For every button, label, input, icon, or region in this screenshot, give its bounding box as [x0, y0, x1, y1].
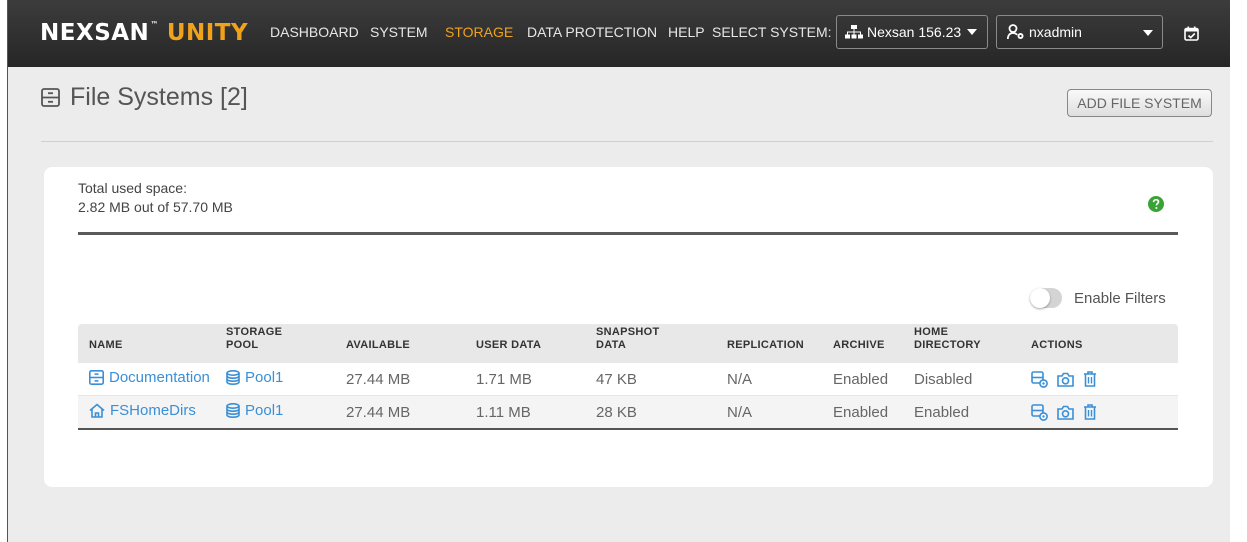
used-space-bar: [78, 232, 1178, 235]
header-divider: [41, 141, 1213, 142]
total-used-space-value: 2.82 MB out of 57.70 MB: [78, 199, 233, 215]
cell-name: Documentation: [78, 363, 215, 396]
cell-replication: N/A: [727, 370, 753, 388]
nexsan-unity-logo[interactable]: NEXSAN™ UNITY: [40, 20, 248, 46]
file-system-link[interactable]: FSHomeDirs: [89, 402, 196, 419]
table-row: FSHomeDirs Pool1 27.44 MB 1.11 MB 28 KB …: [78, 395, 1178, 430]
app-frame: NEXSAN™ UNITY DASHBOARD SYSTEM STORAGE DA…: [7, 0, 1230, 542]
column-header-archive[interactable]: ARCHIVE: [822, 324, 903, 363]
toggle-knob: [1030, 288, 1050, 308]
nav-storage[interactable]: STORAGE: [445, 24, 513, 40]
user-dropdown[interactable]: nxadmin: [996, 15, 1163, 49]
camera-icon[interactable]: [1057, 372, 1074, 387]
file-systems-table: NAME STORAGE POOL AVAILABLE USER DATA SNA…: [78, 324, 1178, 430]
trash-icon[interactable]: [1083, 404, 1097, 421]
user-dropdown-value: nxadmin: [1029, 24, 1082, 40]
help-icon[interactable]: [1148, 196, 1164, 212]
page-title-text: File Systems [2]: [70, 83, 248, 111]
pool-link[interactable]: Pool1: [226, 402, 283, 419]
nav-data-protection[interactable]: DATA PROTECTION: [527, 24, 657, 40]
column-header-name[interactable]: NAME: [78, 324, 215, 363]
table-header-row: NAME STORAGE POOL AVAILABLE USER DATA SNA…: [78, 324, 1178, 363]
table-row: Documentation Pool1 27.44 MB 1.71 MB 47 …: [78, 363, 1178, 396]
cell-replication: N/A: [727, 403, 753, 421]
nav-help[interactable]: HELP: [668, 24, 705, 40]
cell-available: 27.44 MB: [346, 403, 411, 421]
cell-home-directory: Enabled: [914, 403, 970, 421]
file-system-icon: [89, 370, 104, 385]
pool-link[interactable]: Pool1: [226, 369, 283, 386]
system-dropdown[interactable]: Nexsan 156.23: [836, 15, 988, 49]
brand-product: UNITY: [166, 20, 249, 46]
chevron-down-icon: [967, 29, 978, 35]
file-system-link[interactable]: Documentation: [89, 369, 210, 386]
cell-archive: Enabled: [833, 403, 889, 421]
settings-icon[interactable]: [1031, 370, 1048, 388]
cell-available: 27.44 MB: [346, 370, 411, 388]
top-navigation-bar: NEXSAN™ UNITY DASHBOARD SYSTEM STORAGE DA…: [8, 0, 1230, 67]
user-settings-icon: [1007, 24, 1025, 40]
cell-user-data: 1.71 MB: [476, 370, 532, 388]
cell-user-data: 1.11 MB: [476, 403, 531, 421]
column-header-storage-pool[interactable]: STORAGE POOL: [215, 324, 335, 363]
column-header-replication[interactable]: REPLICATION: [716, 324, 822, 363]
column-header-user-data[interactable]: USER DATA: [465, 324, 585, 363]
cell-home-directory: Disabled: [914, 370, 973, 388]
cell-snapshot-data: 28 KB: [596, 403, 637, 421]
page-title: File Systems [2]: [41, 83, 248, 112]
calendar-icon[interactable]: [1184, 26, 1199, 41]
column-header-available[interactable]: AVAILABLE: [335, 324, 465, 363]
cell-name: FSHomeDirs: [78, 396, 215, 430]
cell-actions: [1020, 363, 1178, 396]
brand-name: NEXSAN: [40, 20, 150, 46]
cell-actions: [1020, 396, 1178, 430]
database-icon: [226, 403, 240, 418]
pool-name: Pool1: [245, 369, 284, 386]
trademark: ™: [150, 20, 159, 29]
cell-pool: Pool1: [215, 363, 335, 396]
cell-snapshot-data: 47 KB: [596, 370, 637, 388]
toggle-switch[interactable]: [1030, 288, 1062, 308]
cell-archive: Enabled: [833, 370, 889, 388]
add-file-system-button[interactable]: ADD FILE SYSTEM: [1067, 89, 1212, 117]
enable-filters-label: Enable Filters: [1074, 289, 1166, 307]
total-used-space-label: Total used space:: [78, 180, 187, 196]
file-system-icon: [41, 88, 60, 107]
enable-filters-toggle[interactable]: Enable Filters: [1030, 288, 1166, 308]
trash-icon[interactable]: [1083, 371, 1097, 388]
file-system-name: Documentation: [109, 369, 210, 386]
cell-pool: Pool1: [215, 396, 335, 430]
column-header-actions: ACTIONS: [1020, 324, 1178, 363]
database-icon: [226, 370, 240, 385]
pool-name: Pool1: [245, 402, 284, 419]
file-system-name: FSHomeDirs: [110, 402, 196, 419]
nav-system[interactable]: SYSTEM: [370, 24, 428, 40]
chevron-down-icon: [1143, 30, 1153, 36]
select-system-label: SELECT SYSTEM:: [712, 24, 832, 40]
network-icon: [845, 25, 863, 39]
column-header-home-directory[interactable]: HOME DIRECTORY: [903, 324, 1020, 363]
file-systems-card: Total used space: 2.82 MB out of 57.70 M…: [44, 167, 1213, 487]
camera-icon[interactable]: [1057, 405, 1074, 420]
nav-dashboard[interactable]: DASHBOARD: [270, 24, 359, 40]
settings-icon[interactable]: [1031, 403, 1048, 421]
home-icon: [89, 403, 105, 418]
system-dropdown-value: Nexsan 156.23: [867, 24, 962, 40]
column-header-snapshot-data[interactable]: SNAPSHOT DATA: [585, 324, 716, 363]
